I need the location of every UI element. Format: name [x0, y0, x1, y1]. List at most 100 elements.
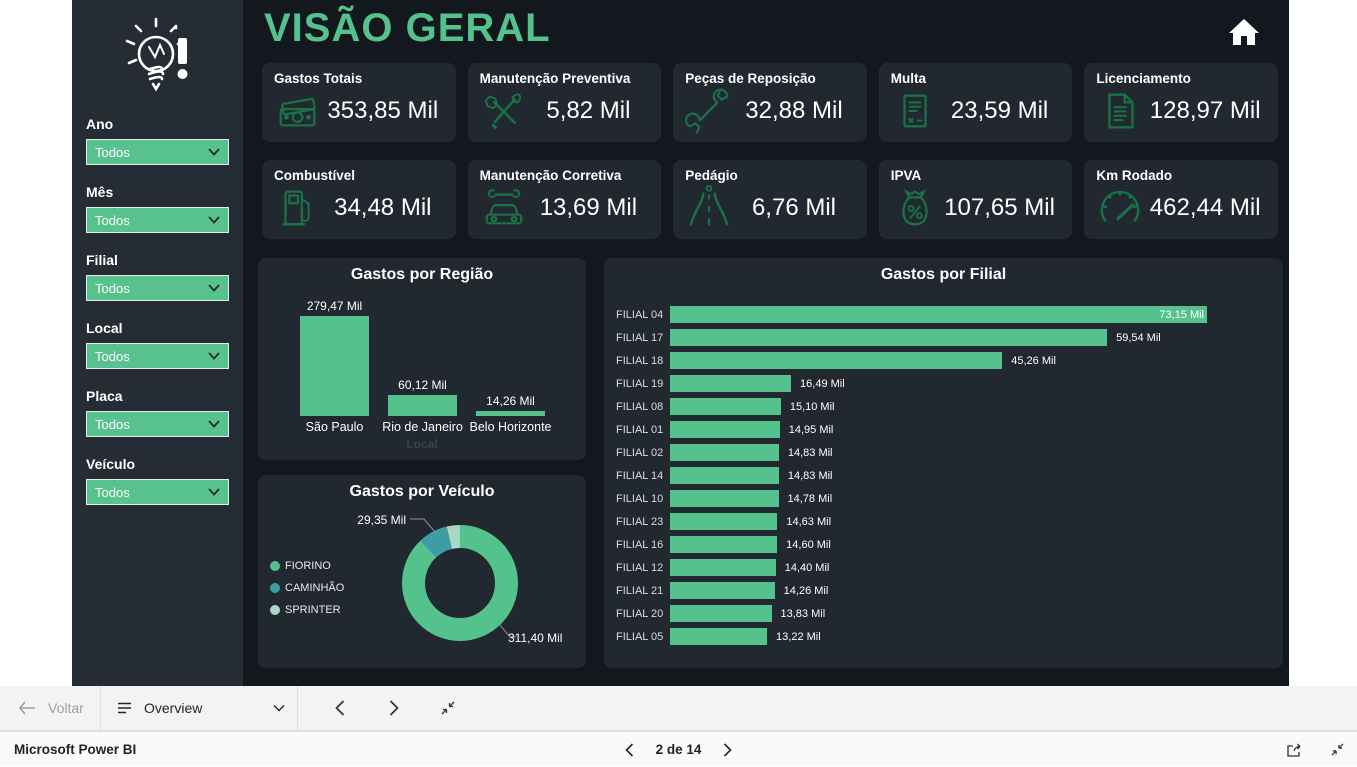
filter-dropdown[interactable]: Todos — [86, 275, 229, 301]
kpi-value: 128,97 Mil — [1144, 97, 1266, 125]
filter-label: Veículo — [86, 456, 229, 472]
page-indicator: 2 de 14 — [656, 742, 702, 757]
filial-category-label: FILIAL 08 — [616, 401, 670, 413]
filial-row: FILIAL 0513,22 Mil — [616, 628, 1269, 645]
filial-bar[interactable] — [670, 513, 777, 530]
region-value-label: 60,12 Mil — [368, 378, 478, 392]
filial-bar-track: 14,83 Mil — [670, 444, 1269, 461]
region-bar[interactable] — [300, 316, 369, 416]
filter-label: Local — [86, 320, 229, 336]
kpi-card: Multa 23,59 Mil — [879, 63, 1073, 142]
filial-row: FILIAL 2314,63 Mil — [616, 513, 1269, 530]
filter-group: Veículo Todos — [86, 456, 229, 505]
home-icon[interactable] — [1226, 14, 1262, 50]
filter-dropdown[interactable]: Todos — [86, 207, 229, 233]
back-arrow-icon — [18, 701, 36, 715]
lightbulb-alert-icon — [72, 12, 243, 108]
filial-bar[interactable] — [670, 444, 779, 461]
fit-to-page-icon — [1330, 742, 1345, 757]
filial-bar[interactable] — [670, 421, 780, 438]
filter-dropdown[interactable]: Todos — [86, 343, 229, 369]
filial-value-label: 73,15 Mil — [1159, 309, 1204, 321]
filter-list: Ano Todos Mês Todos Filial Todos Local T… — [86, 116, 229, 524]
filial-value-label: 13,83 Mil — [781, 608, 826, 620]
filial-bar[interactable] — [670, 605, 772, 622]
filial-row: FILIAL 1916,49 Mil — [616, 375, 1269, 392]
next-page-button[interactable] — [723, 743, 732, 757]
kpi-row-2: Combustível 34,48 Mil Manutenção Correti… — [262, 160, 1278, 239]
dropdown-selected-value: Todos — [95, 213, 130, 228]
chevron-right-icon — [723, 743, 732, 757]
donut-slice-fiorino[interactable] — [414, 537, 507, 630]
filial-row: FILIAL 0214,83 Mil — [616, 444, 1269, 461]
kpi-title: IPVA — [891, 168, 1061, 183]
filial-row: FILIAL 16 14,60 Mil — [616, 536, 1269, 553]
legend-label: CAMINHÃO — [285, 582, 344, 594]
filter-dropdown[interactable]: Todos — [86, 411, 229, 437]
kpi-card: Gastos Totais 353,85 Mil — [262, 63, 456, 142]
region-bar[interactable] — [476, 411, 545, 416]
prev-page-button[interactable] — [625, 743, 634, 757]
filial-category-label: FILIAL 16 — [616, 539, 670, 551]
kpi-title: Manutenção Preventiva — [480, 71, 650, 86]
chart-title: Gastos por Filial — [604, 258, 1283, 284]
filial-category-label: FILIAL 10 — [616, 493, 670, 505]
filial-category-label: FILIAL 17 — [616, 332, 670, 344]
prev-page-button[interactable] — [328, 696, 352, 720]
filial-bar[interactable] — [670, 375, 791, 392]
page-menu-dropdown[interactable]: Overview — [101, 686, 297, 730]
filial-category-label: FILIAL 04 — [616, 309, 670, 321]
filial-bar[interactable] — [670, 398, 781, 415]
filial-bar-track: 14,63 Mil — [670, 513, 1269, 530]
kpi-value: 462,44 Mil — [1144, 194, 1266, 222]
filter-sidebar: Ano Todos Mês Todos Filial Todos Local T… — [72, 0, 243, 686]
filial-value-label: 16,49 Mil — [800, 378, 845, 390]
dropdown-selected-value: Todos — [95, 145, 130, 160]
fit-to-page-button[interactable] — [436, 696, 460, 720]
chart-title: Gastos por Veículo — [258, 475, 586, 501]
filial-bar[interactable] — [670, 352, 1002, 369]
kpi-value: 107,65 Mil — [939, 194, 1061, 222]
ticket-icon — [891, 88, 939, 134]
region-bar[interactable] — [388, 395, 457, 417]
filial-bar[interactable] — [670, 536, 777, 553]
kpi-title: Km Rodado — [1096, 168, 1266, 183]
filial-bar[interactable] — [670, 329, 1107, 346]
chevron-left-icon — [335, 700, 345, 716]
next-page-button[interactable] — [382, 696, 406, 720]
filter-group: Mês Todos — [86, 184, 229, 233]
filial-row: FILIAL 1414,83 Mil — [616, 467, 1269, 484]
kpi-title: Pedágio — [685, 168, 855, 183]
donut-legend: FIORINO CAMINHÃO SPRINTER — [270, 555, 344, 621]
car-repair-icon — [480, 185, 528, 231]
fuel-icon — [274, 185, 322, 231]
filial-bar-track: 59,54 Mil — [670, 329, 1269, 346]
report-canvas: Ano Todos Mês Todos Filial Todos Local T… — [72, 0, 1289, 686]
filter-group: Ano Todos — [86, 116, 229, 165]
page-menu-label: Overview — [144, 700, 202, 716]
filial-bar[interactable] — [670, 628, 767, 645]
kpi-card: Combustível 34,48 Mil — [262, 160, 456, 239]
filial-bar[interactable] — [670, 582, 775, 599]
filial-bar[interactable] — [670, 559, 776, 576]
filial-bar[interactable] — [670, 490, 779, 507]
filial-bar[interactable] — [670, 306, 1207, 323]
filial-value-label: 45,26 Mil — [1011, 355, 1056, 367]
filial-bar-track: 16,49 Mil — [670, 375, 1269, 392]
filial-bar-track: 14,83 Mil — [670, 467, 1269, 484]
filial-bar-track: 14,78 Mil — [670, 490, 1269, 507]
filter-dropdown[interactable]: Todos — [86, 479, 229, 505]
kpi-card: Licenciamento 128,97 Mil — [1084, 63, 1278, 142]
filial-bar[interactable] — [670, 467, 779, 484]
donut-value-label: 29,35 Mil — [326, 513, 406, 527]
legend-item: FIORINO — [270, 555, 344, 577]
fit-to-page-button[interactable] — [1330, 742, 1345, 757]
filial-row: FILIAL 04 73,15 Mil — [616, 306, 1269, 323]
chevron-right-icon — [389, 700, 399, 716]
filial-category-label: FILIAL 20 — [616, 608, 670, 620]
filial-value-label: 14,60 Mil — [786, 539, 831, 551]
filter-dropdown[interactable]: Todos — [86, 139, 229, 165]
kpi-card: Pedágio 6,76 Mil — [673, 160, 867, 239]
region-x-axis-title: Local — [258, 437, 586, 451]
share-button[interactable] — [1286, 742, 1304, 758]
